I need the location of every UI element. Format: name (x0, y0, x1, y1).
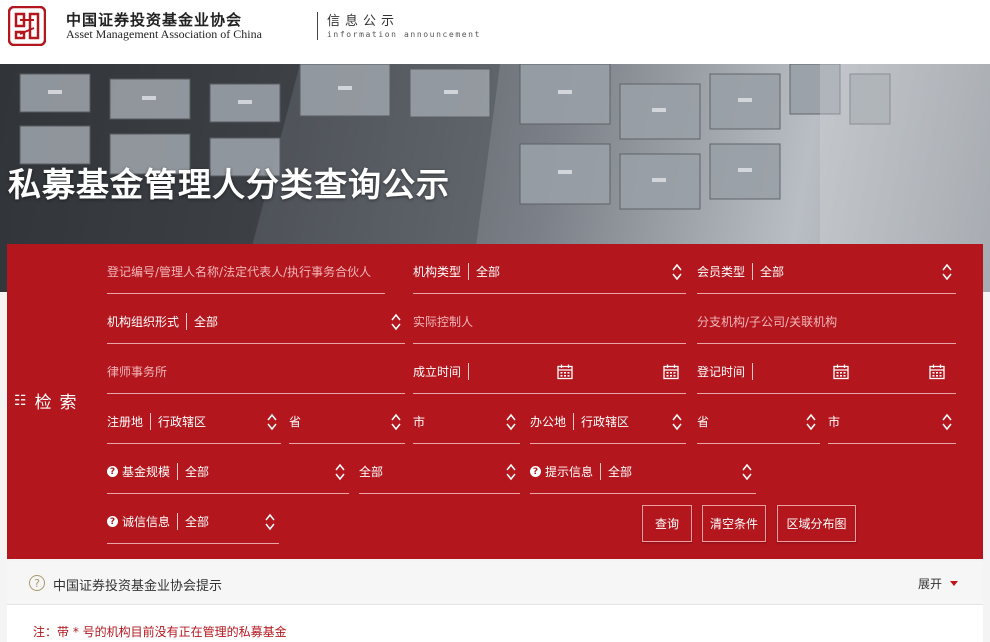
updown-chevron-icon (672, 413, 682, 431)
member-type-label: 会员类型 (697, 263, 754, 280)
credit-info-select[interactable]: ? 诚信信息 全部 (107, 500, 279, 544)
reg-province-value: 省 (289, 415, 302, 429)
association-logo-icon (8, 6, 46, 46)
org-type-label: 机构类型 (413, 263, 470, 280)
branch-placeholder: 分支机构/子公司/关联机构 (697, 315, 838, 329)
hint-info-label: 提示信息 (545, 463, 602, 480)
section-title-en: information announcement (327, 30, 481, 39)
updown-chevron-icon (806, 413, 816, 431)
org-form-select[interactable]: 机构组织形式 全部 (107, 300, 405, 344)
office-place-select[interactable]: 办公地 行政辖区 (530, 400, 686, 444)
member-type-select[interactable]: 会员类型 全部 (697, 250, 956, 294)
fund-scale-select[interactable]: ? 基金规模 全部 (107, 450, 349, 494)
updown-chevron-icon (506, 413, 516, 431)
expand-toggle[interactable]: 展开 (918, 575, 959, 592)
est-date-range[interactable]: 成立时间 (413, 350, 686, 394)
fund-scale-select-2[interactable]: 全部 (359, 450, 520, 494)
branch-input[interactable]: 分支机构/子公司/关联机构 (697, 300, 956, 344)
calendar-icon[interactable] (557, 364, 573, 380)
notice-bar: ? 中国证券投资基金业协会提示 展开 (7, 561, 983, 605)
calendar-icon[interactable] (929, 364, 945, 380)
expand-label: 展开 (918, 577, 943, 591)
footnote-text: 注：带 * 号的机构目前没有正在管理的私募基金 (33, 625, 287, 639)
reg-place-label: 注册地 (107, 413, 152, 430)
office-province-select[interactable]: 省 (697, 400, 820, 444)
section-title-cn: 信息公示 (327, 14, 400, 29)
help-question-icon[interactable]: ? (530, 466, 541, 477)
caret-down-icon (950, 581, 959, 586)
page-title: 私募基金管理人分类查询公示 (8, 165, 450, 204)
updown-chevron-icon (942, 413, 952, 431)
updown-chevron-icon (335, 463, 345, 481)
org-name-en: Asset Management Association of China (66, 27, 262, 41)
controller-input[interactable]: 实际控制人 (413, 300, 686, 344)
notice-title: 中国证券投资基金业协会提示 (53, 579, 223, 594)
member-type-value: 全部 (760, 265, 785, 279)
region-map-button[interactable]: 区域分布图 (777, 505, 856, 542)
reg-place-select[interactable]: 注册地 行政辖区 (107, 400, 281, 444)
calendar-icon[interactable] (663, 364, 679, 380)
fund-scale-value-2: 全部 (359, 465, 384, 479)
header-divider (317, 12, 318, 40)
updown-chevron-icon (506, 463, 516, 481)
org-form-value: 全部 (194, 315, 219, 329)
updown-chevron-icon (942, 263, 952, 281)
keyword-search-input[interactable]: 登记编号/管理人名称/法定代表人/执行事务合伙人 (107, 250, 385, 294)
org-type-value: 全部 (476, 265, 501, 279)
updown-chevron-icon (265, 513, 275, 531)
office-place-value: 行政辖区 (581, 415, 630, 429)
updown-chevron-icon (391, 313, 401, 331)
help-question-icon[interactable]: ? (107, 516, 118, 527)
footnote-panel: 注：带 * 号的机构目前没有正在管理的私募基金 (7, 605, 983, 642)
site-header: 中国证券投资基金业协会 Asset Management Association… (0, 0, 990, 64)
est-date-label: 成立时间 (413, 363, 470, 380)
fund-scale-value: 全部 (185, 465, 210, 479)
reg-city-select[interactable]: 市 (413, 400, 520, 444)
hint-info-value: 全部 (608, 465, 633, 479)
help-question-icon[interactable]: ? (107, 466, 118, 477)
office-city-value: 市 (828, 415, 841, 429)
office-city-select[interactable]: 市 (828, 400, 956, 444)
query-button[interactable]: 查询 (642, 505, 692, 542)
keyword-placeholder: 登记编号/管理人名称/法定代表人/执行事务合伙人 (107, 265, 372, 279)
calendar-icon[interactable] (833, 364, 849, 380)
updown-chevron-icon (267, 413, 277, 431)
fund-scale-label: 基金规模 (122, 463, 179, 480)
org-form-label: 机构组织形式 (107, 313, 188, 330)
reg-date-label: 登记时间 (697, 363, 754, 380)
office-place-label: 办公地 (530, 413, 575, 430)
updown-chevron-icon (672, 263, 682, 281)
reg-city-value: 市 (413, 415, 426, 429)
search-side-label: ☷ 检索 (14, 388, 85, 414)
credit-info-value: 全部 (185, 515, 210, 529)
search-label-text: 检索 (34, 393, 85, 413)
updown-chevron-icon (742, 463, 752, 481)
updown-chevron-icon (391, 413, 401, 431)
org-type-select[interactable]: 机构类型 全部 (413, 250, 686, 294)
question-circle-icon: ? (29, 575, 45, 591)
filter-sliders-icon: ☷ (14, 392, 27, 409)
reg-province-select[interactable]: 省 (289, 400, 405, 444)
controller-placeholder: 实际控制人 (413, 315, 474, 329)
law-firm-placeholder: 律师事务所 (107, 365, 168, 379)
reg-place-value: 行政辖区 (158, 415, 207, 429)
hint-info-select[interactable]: ? 提示信息 全部 (530, 450, 756, 494)
clear-conditions-button[interactable]: 清空条件 (702, 505, 766, 542)
credit-info-label: 诚信信息 (122, 513, 179, 530)
reg-date-range[interactable]: 登记时间 (697, 350, 956, 394)
law-firm-input[interactable]: 律师事务所 (107, 350, 405, 394)
office-province-value: 省 (697, 415, 710, 429)
